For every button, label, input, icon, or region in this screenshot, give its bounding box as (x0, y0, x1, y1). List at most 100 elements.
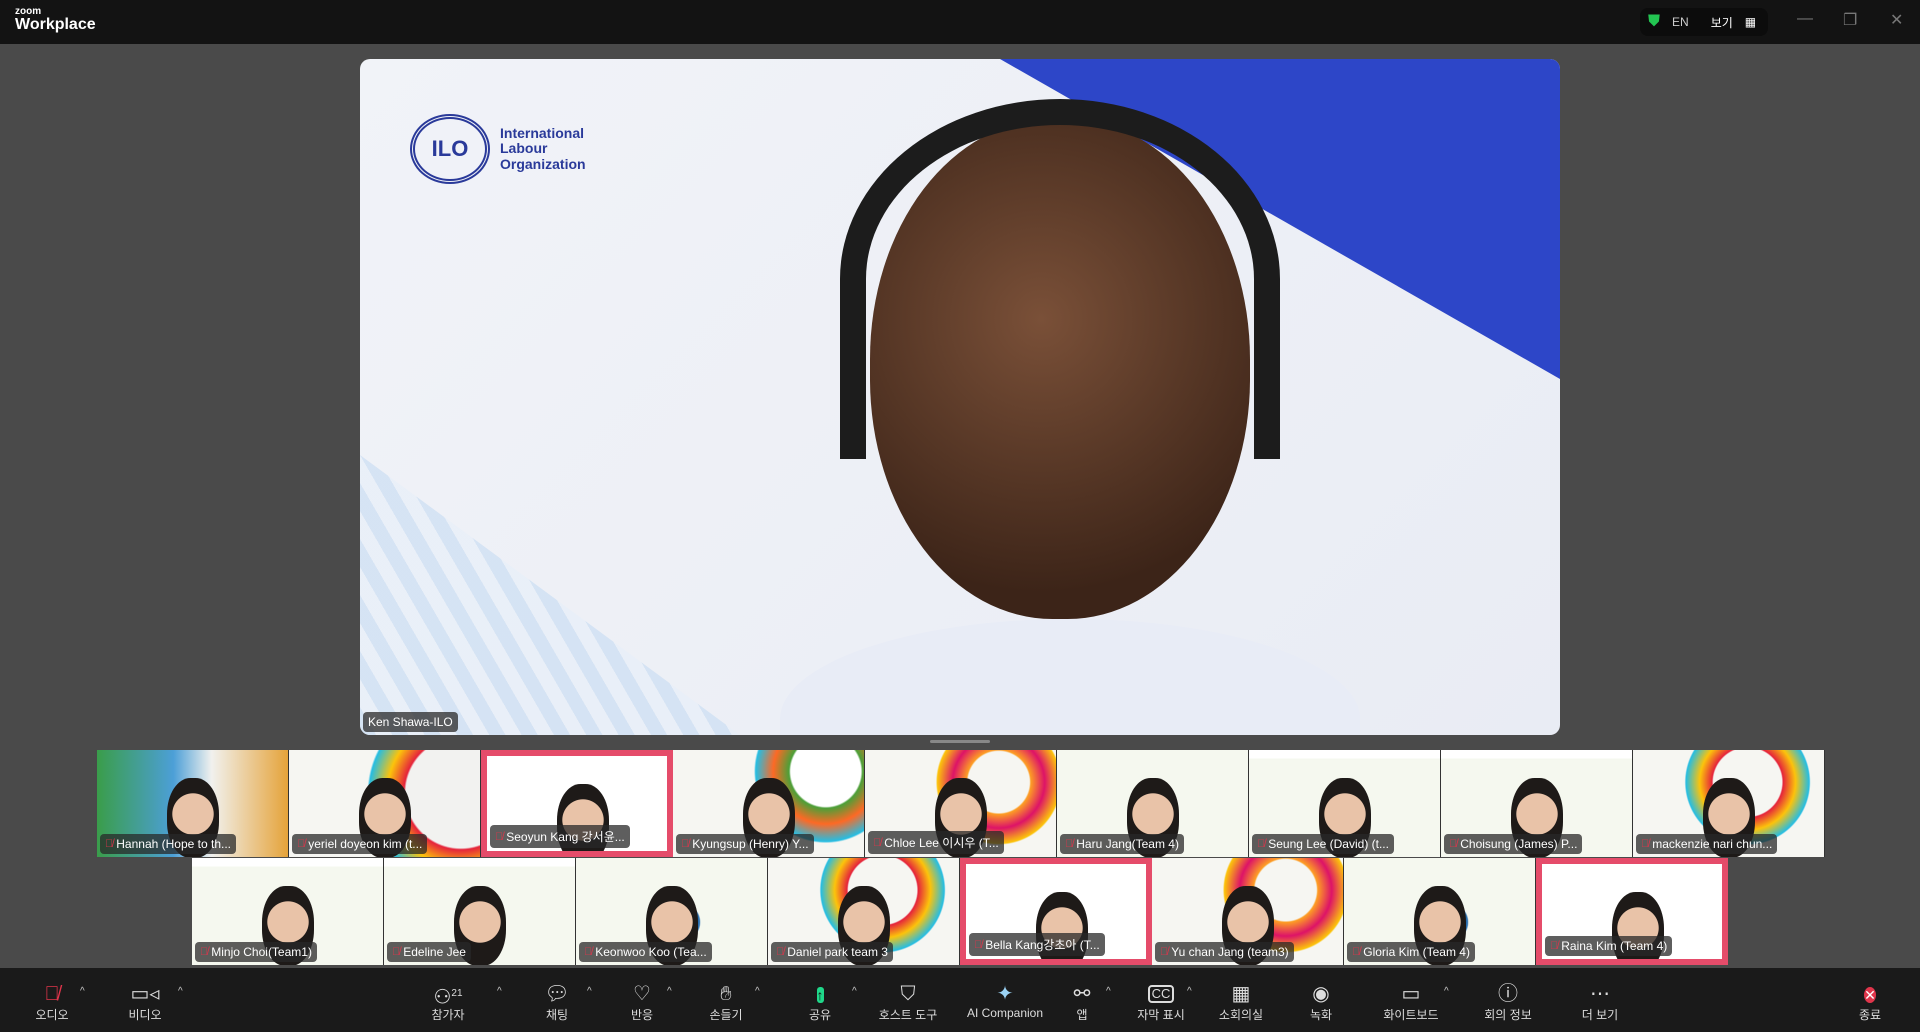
shield-icon: ⛉ (900, 983, 916, 1005)
ilo-seal: ILO (410, 114, 490, 184)
raise-hand-button[interactable]: ✋︎ 손들기 (686, 982, 766, 1023)
participant-name: Raina Kim (Team 4) (1561, 939, 1668, 953)
participant-name: Seoyun Kang 강서윤... (506, 830, 625, 844)
label: 오디오 (35, 1008, 69, 1022)
participants-caret[interactable]: ^ (497, 986, 502, 997)
muted-mic-icon: 🎙̸ (1065, 838, 1074, 850)
participant-name: Gloria Kim (Team 4) (1363, 945, 1470, 959)
muted-mic-icon: 🎙̸ (392, 946, 401, 958)
more-button[interactable]: ⋯ 더 보기 (1560, 982, 1640, 1023)
participant-tile[interactable]: 🎙̸ Seung Lee (David) (t... (1249, 750, 1441, 857)
label: 소회의실 (1218, 1008, 1264, 1022)
apps-icon: ⚯ (1073, 983, 1091, 1005)
participant-tile[interactable]: 🎙̸ Bella Kang강초아 (T... (960, 858, 1152, 965)
participant-tile[interactable]: 🎙̸ Daniel park team 3 (768, 858, 960, 965)
breakout-rooms-button[interactable]: ▦ 소회의실 (1201, 982, 1281, 1023)
participant-name-tag: 🎙̸ yeriel doyeon kim (t... (292, 834, 428, 854)
muted-mic-icon: 🎙̸ (297, 838, 306, 850)
restore-button[interactable]: ❐ (1843, 10, 1857, 30)
share-caret[interactable]: ^ (852, 986, 857, 997)
camera-icon: ▭◃ (130, 983, 160, 1005)
sparkle-icon: ✦ (996, 983, 1014, 1005)
label: 비디오 (128, 1008, 162, 1022)
apps-caret[interactable]: ^ (1106, 986, 1111, 997)
cc-icon: CC (1147, 985, 1175, 1003)
label: AI Companion (966, 1006, 1044, 1020)
label: 채팅 (545, 1008, 569, 1022)
heart-icon: ♡ (633, 983, 651, 1005)
chat-caret[interactable]: ^ (587, 986, 592, 997)
participant-tile[interactable]: 🎙̸ Hannah (Hope to th... (97, 750, 289, 857)
muted-mic-icon: 🎙̸ (105, 838, 114, 850)
record-button[interactable]: ◉ 녹화 (1281, 982, 1361, 1023)
host-tools-button[interactable]: ⛉ 호스트 도구 (868, 982, 948, 1023)
org-line: International (500, 124, 585, 141)
meeting-info-button[interactable]: ⓘ 회의 정보 (1468, 982, 1548, 1023)
participant-tile[interactable]: 🎙̸ Seoyun Kang 강서윤... (481, 750, 673, 857)
raise-hand-caret[interactable]: ^ (755, 986, 760, 997)
participant-name: Yu chan Jang (team3) (1171, 945, 1289, 959)
view-button[interactable]: 보기 (1711, 14, 1733, 31)
active-speaker-video[interactable]: ILO International Labour Organization Ke… (360, 59, 1560, 735)
participant-tile[interactable]: 🎙̸ Edeline Jee (384, 858, 576, 965)
video-options-caret[interactable]: ^ (178, 986, 183, 997)
minimize-button[interactable]: — (1797, 10, 1813, 28)
participant-name-tag: 🎙̸ Minjo Choi(Team1) (195, 942, 317, 962)
participant-tile[interactable]: 🎙̸ Haru Jang(Team 4) (1057, 750, 1249, 857)
whiteboard-caret[interactable]: ^ (1444, 986, 1449, 997)
label: 더 보기 (1581, 1008, 1619, 1022)
speaker-name-tag: Ken Shawa-ILO (363, 712, 458, 732)
language-button[interactable]: EN (1672, 15, 1689, 29)
participant-name-tag: 🎙̸ Raina Kim (Team 4) (1545, 936, 1673, 956)
video-button[interactable]: ▭◃ 비디오 (105, 982, 185, 1023)
participants-icon: ⚇21 (433, 986, 463, 1009)
participant-tile[interactable]: 🎙̸ Keonwoo Koo (Tea... (576, 858, 768, 965)
participant-tile[interactable]: 🎙̸ Raina Kim (Team 4) (1536, 858, 1728, 965)
label: 앱 (1076, 1008, 1088, 1022)
participant-tile[interactable]: 🎙̸ Choisung (James) P... (1441, 750, 1633, 857)
ai-companion-button[interactable]: ✦ AI Companion (955, 982, 1055, 1020)
resize-handle[interactable] (930, 740, 990, 743)
hand-icon: ✋︎ (720, 983, 732, 1005)
participant-tile[interactable]: 🎙̸ Gloria Kim (Team 4) (1344, 858, 1536, 965)
muted-mic-icon: 🎙̸ (1641, 838, 1650, 850)
chat-button[interactable]: 💬︎ 채팅 (517, 982, 597, 1023)
close-button[interactable]: ✕ (1890, 10, 1903, 30)
label: 회의 정보 (1484, 1008, 1532, 1022)
reactions-caret[interactable]: ^ (667, 986, 672, 997)
share-button[interactable]: ↑ 공유 (780, 982, 860, 1023)
participant-name-tag: 🎙̸ Gloria Kim (Team 4) (1347, 942, 1475, 962)
org-line: Labour (500, 140, 548, 157)
participant-tile[interactable]: 🎙̸ yeriel doyeon kim (t... (289, 750, 481, 857)
grid-icon[interactable]: ▦ (1745, 15, 1756, 29)
audio-options-caret[interactable]: ^ (80, 986, 85, 997)
participant-tile[interactable]: 🎙̸ Yu chan Jang (team3) (1152, 858, 1344, 965)
participant-tile[interactable]: 🎙̸ mackenzie nari chun... (1633, 750, 1825, 857)
captions-caret[interactable]: ^ (1187, 986, 1192, 997)
speaker-name: Ken Shawa-ILO (368, 715, 453, 729)
participant-count: 21 (451, 988, 463, 999)
participant-name: Chloe Lee 이시우 (T... (884, 836, 999, 850)
muted-mic-icon: 🎙̸ (584, 946, 593, 958)
label: 자막 표시 (1137, 1008, 1185, 1022)
participants-button[interactable]: ⚇21 참가자 (408, 982, 488, 1023)
muted-mic-icon: 🎙̸ (1160, 946, 1169, 958)
chat-icon: 💬︎ (544, 983, 570, 1005)
security-shield-icon[interactable]: ⛊ (1648, 13, 1660, 31)
muted-mic-icon: 🎙̸ (873, 836, 882, 849)
headphones (840, 99, 1280, 459)
participant-name: Choisung (James) P... (1460, 837, 1578, 851)
participant-tile[interactable]: 🎙̸ Kyungsup (Henry) Y... (673, 750, 865, 857)
participant-tile[interactable]: 🎙̸ Minjo Choi(Team1) (192, 858, 384, 965)
participant-name: Haru Jang(Team 4) (1076, 837, 1179, 851)
label: 반응 (630, 1008, 654, 1022)
muted-mic-icon: 🎙̸ (776, 946, 785, 958)
participant-name-tag: 🎙̸ Keonwoo Koo (Tea... (579, 942, 712, 962)
speaker-figure (780, 99, 1360, 735)
participant-tile[interactable]: 🎙̸ Chloe Lee 이시우 (T... (865, 750, 1057, 857)
muted-mic-icon: 🎙̸ (974, 938, 983, 951)
org-line: Organization (500, 155, 586, 172)
whiteboard-button[interactable]: ▭ 화이트보드 (1371, 982, 1451, 1023)
end-button[interactable]: ✕ 종료 (1830, 982, 1910, 1023)
label: 호스트 도구 (878, 1008, 938, 1022)
